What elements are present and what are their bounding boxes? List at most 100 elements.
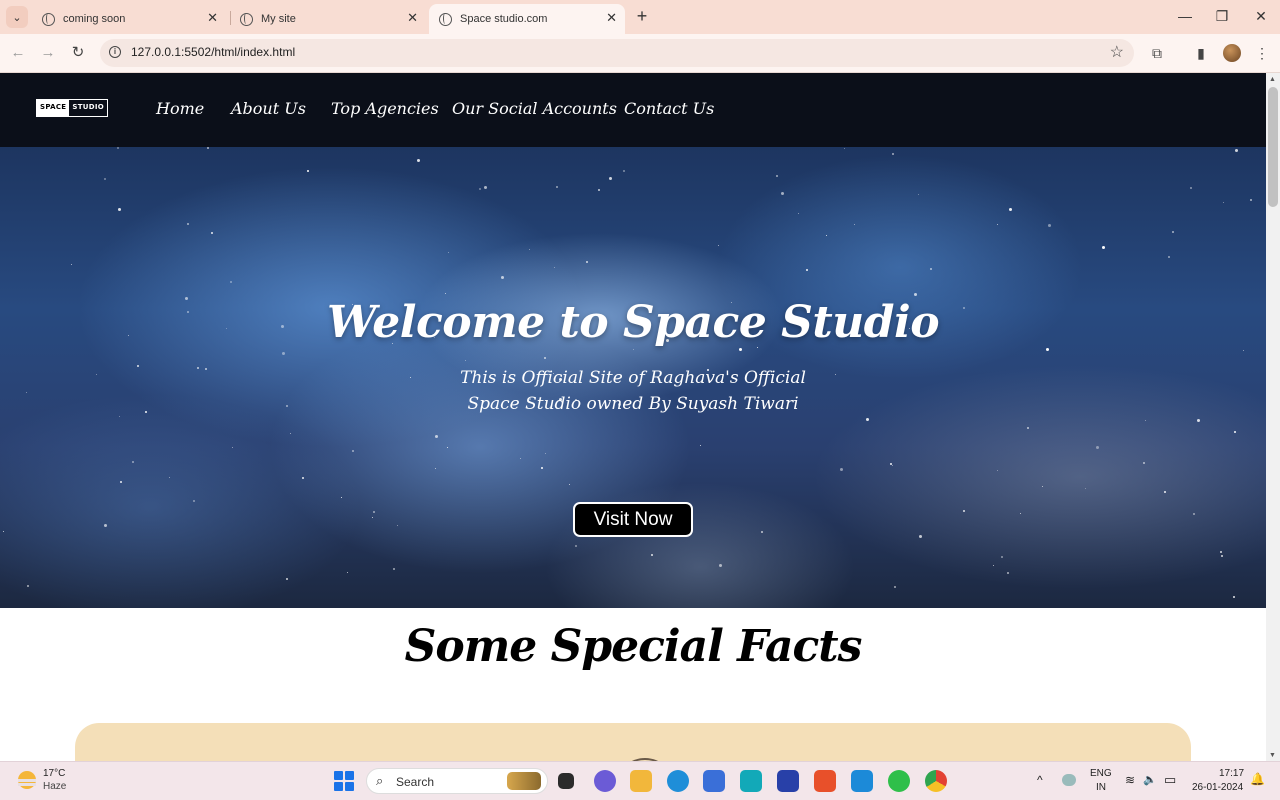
teams-chat-icon[interactable] (594, 770, 616, 792)
search-highlight-image (507, 772, 541, 790)
star-dot (1193, 513, 1195, 515)
star-dot (963, 510, 965, 512)
chrome-icon[interactable] (925, 770, 947, 792)
star-dot (826, 235, 827, 236)
facts-card (75, 723, 1191, 761)
star-dot (119, 416, 120, 417)
reload-button[interactable]: ↻ (68, 43, 88, 63)
app-icon-teal[interactable] (740, 770, 762, 792)
page-scrollbar[interactable]: ▲ ▼ (1266, 73, 1280, 761)
star-dot (145, 411, 147, 413)
task-view-icon[interactable] (558, 773, 574, 789)
extensions-icon[interactable]: ⧉ (1147, 43, 1167, 63)
nav-link-about-us[interactable]: About Us (231, 99, 306, 118)
brave-browser-icon[interactable] (814, 770, 836, 792)
star-dot (373, 511, 375, 513)
browser-tab-my-site[interactable]: My site ✕ (230, 4, 426, 34)
site-info-icon[interactable]: i (109, 46, 121, 58)
star-dot (27, 585, 29, 587)
star-dot (840, 468, 843, 471)
star-dot (465, 360, 466, 361)
language-indicator[interactable]: ENG (1090, 768, 1112, 779)
star-dot (761, 531, 763, 533)
star-dot (544, 357, 546, 359)
star-dot (835, 374, 836, 375)
notification-bell-icon[interactable]: 🔔 (1250, 772, 1265, 786)
browser-tab-coming-soon[interactable]: coming soon ✕ (32, 4, 226, 34)
profile-avatar[interactable] (1223, 44, 1241, 62)
star-dot (575, 545, 577, 547)
app-icon-blue[interactable] (777, 770, 799, 792)
star-dot (169, 477, 170, 478)
vscode-icon[interactable] (851, 770, 873, 792)
whatsapp-icon[interactable] (888, 770, 910, 792)
clock-date[interactable]: 26-01-2024 (1192, 782, 1243, 793)
onedrive-icon[interactable] (1062, 774, 1076, 786)
new-tab-button[interactable]: + (632, 6, 652, 26)
star-dot (1007, 572, 1009, 574)
edge-browser-icon[interactable] (667, 770, 689, 792)
site-navbar: SPACE STUDIO Home About Us Top Agencies … (0, 73, 1266, 147)
nav-link-home[interactable]: Home (156, 99, 204, 118)
star-dot (609, 177, 612, 180)
weather-temperature[interactable]: 17°C (43, 768, 65, 779)
star-dot (352, 450, 354, 452)
file-explorer-icon[interactable] (630, 770, 652, 792)
forward-button[interactable]: → (38, 43, 58, 63)
star-dot (3, 531, 4, 532)
star-dot (997, 470, 998, 471)
star-dot (806, 269, 808, 271)
star-dot (890, 463, 892, 465)
taskbar-search[interactable]: ⌕ Search (366, 768, 548, 794)
browser-tab-space-studio[interactable]: Space studio.com ✕ (429, 4, 625, 34)
star-dot (193, 500, 195, 502)
region-indicator[interactable]: IN (1096, 782, 1106, 793)
star-dot (1168, 256, 1170, 258)
visit-now-button[interactable]: Visit Now (573, 502, 693, 537)
scroll-up-arrow[interactable]: ▲ (1269, 76, 1276, 83)
star-dot (341, 497, 342, 498)
clock-time[interactable]: 17:17 (1219, 768, 1244, 779)
logo-part-1: SPACE (37, 100, 70, 116)
weather-condition[interactable]: Haze (43, 781, 66, 792)
star-dot (207, 147, 209, 149)
star-dot (307, 170, 309, 172)
back-button[interactable]: ← (8, 43, 28, 63)
browser-menu-icon[interactable]: ⋮ (1252, 43, 1272, 63)
tab-close-icon[interactable]: ✕ (606, 10, 617, 26)
microsoft-store-icon[interactable] (703, 770, 725, 792)
weather-haze-icon[interactable] (18, 771, 36, 789)
tab-close-icon[interactable]: ✕ (407, 10, 418, 26)
star-dot (1048, 224, 1051, 227)
site-logo[interactable]: SPACE STUDIO (36, 99, 109, 117)
url-text[interactable]: 127.0.0.1:5502/html/index.html (131, 45, 295, 59)
tab-close-icon[interactable]: ✕ (207, 10, 218, 26)
address-bar[interactable]: i 127.0.0.1:5502/html/index.html ☆ (100, 39, 1134, 67)
browser-toolbar: ← → ↻ i 127.0.0.1:5502/html/index.html ☆… (0, 34, 1280, 73)
close-window-button[interactable]: ✕ (1249, 6, 1273, 26)
star-dot (1001, 556, 1003, 558)
side-panel-icon[interactable]: ▮ (1191, 43, 1211, 63)
star-dot (914, 293, 917, 296)
windows-start-icon[interactable] (334, 771, 354, 791)
battery-icon[interactable]: ▭ (1164, 772, 1176, 788)
star-dot (397, 525, 398, 526)
tab-search-button[interactable]: ⌄ (6, 6, 28, 28)
scrollbar-thumb[interactable] (1268, 87, 1278, 207)
star-dot (1235, 149, 1238, 152)
bookmark-star-icon[interactable]: ☆ (1110, 42, 1124, 62)
star-dot (529, 249, 530, 250)
star-dot (569, 484, 570, 485)
minimize-button[interactable]: — (1173, 6, 1197, 26)
tray-overflow-chevron-icon[interactable]: ^ (1037, 773, 1043, 787)
nav-link-top-agencies[interactable]: Top Agencies (331, 99, 439, 118)
star-dot (1102, 246, 1105, 249)
wifi-icon[interactable]: ≋ (1125, 773, 1135, 787)
star-dot (187, 223, 189, 225)
star-dot (1234, 431, 1236, 433)
volume-icon[interactable]: 🔈 (1143, 773, 1157, 786)
maximize-button[interactable]: ❐ (1210, 6, 1234, 26)
scroll-down-arrow[interactable]: ▼ (1269, 752, 1276, 759)
nav-link-contact-us[interactable]: Contact Us (624, 99, 714, 118)
nav-link-social-accounts[interactable]: Our Social Accounts (452, 99, 617, 118)
